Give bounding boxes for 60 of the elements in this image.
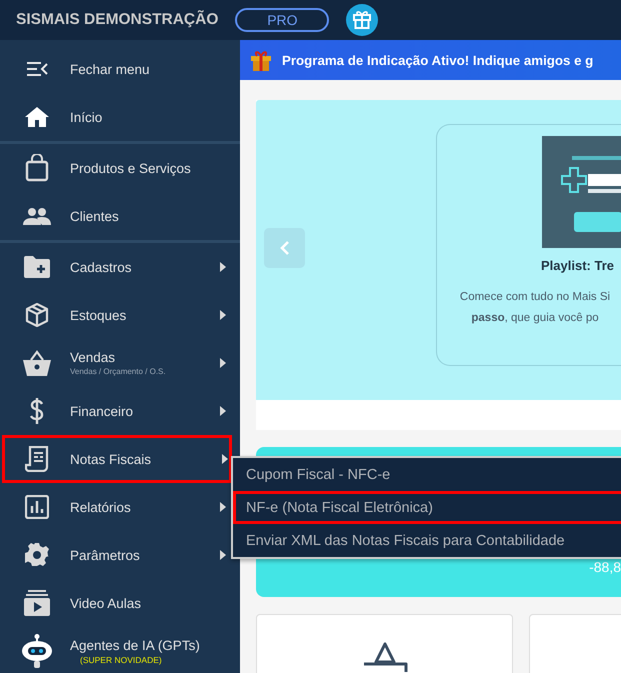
caret-icon (222, 454, 228, 464)
folder-plus-icon (24, 256, 50, 278)
menu-label: Relatórios (70, 500, 131, 514)
menu-label: Produtos e Serviços (70, 160, 191, 176)
box-icon (25, 303, 49, 327)
dollar-icon (30, 398, 44, 424)
menu-label: Início (70, 110, 102, 124)
video-card[interactable]: Playlist: Tre Comece com tudo no Mais Si passo, que guia você po (436, 124, 621, 366)
plan-badge: PRO (235, 8, 330, 32)
banner-text: Programa de Indicação Ativo! Indique amigos e g (282, 52, 594, 68)
caret-icon (220, 358, 226, 368)
menu-item[interactable]: Cadastros (0, 243, 240, 291)
menu-label: Financeiro (70, 404, 134, 418)
gift-icon[interactable] (346, 4, 378, 36)
menu-label: Estoques (70, 308, 126, 322)
menu-label: Vendas (70, 350, 116, 365)
menu-label: Notas Fiscais (70, 452, 152, 466)
caret-icon (220, 406, 226, 416)
people-icon (23, 207, 51, 225)
menu-item[interactable]: Clientes (0, 192, 240, 243)
caret-icon (220, 502, 226, 512)
previous-button[interactable] (264, 228, 305, 268)
company-name: SISMAIS DEMONSTRAÇÃO (16, 11, 218, 29)
video-title: Playlist: Tre (541, 258, 615, 273)
menu-label: Parâmetros (70, 548, 140, 562)
menu-item[interactable]: Agentes de IA (GPTs) (SUPER NOVIDADE) (0, 627, 240, 673)
new-label: (SUPER NOVIDADE) (80, 654, 163, 664)
menu-item[interactable]: Produtos e Serviços (0, 144, 240, 192)
caret-icon (220, 310, 226, 320)
gift-icon (250, 49, 272, 71)
triangle-icon (362, 642, 408, 672)
menu-label: Video Aulas (70, 596, 142, 610)
menu-label: Cadastros (70, 260, 132, 274)
settings-icon (25, 543, 49, 567)
submenu-item[interactable]: NF-e (Nota Fiscal Eletrônica) (233, 491, 621, 524)
bar-chart-icon (25, 495, 49, 519)
chevron-left-icon (280, 240, 290, 256)
menu-item[interactable]: Início (0, 93, 240, 144)
menu-item[interactable]: Estoques (0, 291, 240, 339)
menu-label: Clientes (70, 208, 119, 224)
shopping-bag-icon (25, 154, 49, 182)
menu-item[interactable]: Notas Fiscais (2, 435, 232, 483)
menu-item[interactable]: Financeiro (0, 387, 240, 435)
menu-item[interactable]: Video Aulas (0, 579, 240, 627)
menu-label: Fechar menu (70, 62, 150, 76)
robot-icon (22, 634, 52, 668)
menu-subtitle: Vendas / Orçamento / O.S. (70, 367, 166, 376)
video-icon (24, 590, 50, 616)
menu-item[interactable]: Fechar menu (0, 45, 240, 93)
menu-label: Agentes de IA (GPTs) (70, 638, 200, 652)
receipt-icon (25, 446, 49, 472)
video-description: Comece com tudo no Mais Si passo, que guia você po (458, 290, 612, 326)
home-icon (25, 107, 49, 127)
caret-icon (220, 550, 226, 560)
close-menu-icon (26, 61, 48, 77)
menu-item[interactable]: Vendas Vendas / Orçamento / O.S. (0, 339, 240, 387)
shortcut-card[interactable] (256, 614, 513, 673)
summary-value: -88,8 (589, 559, 621, 575)
caret-icon (220, 262, 226, 272)
basket-icon (23, 350, 51, 376)
